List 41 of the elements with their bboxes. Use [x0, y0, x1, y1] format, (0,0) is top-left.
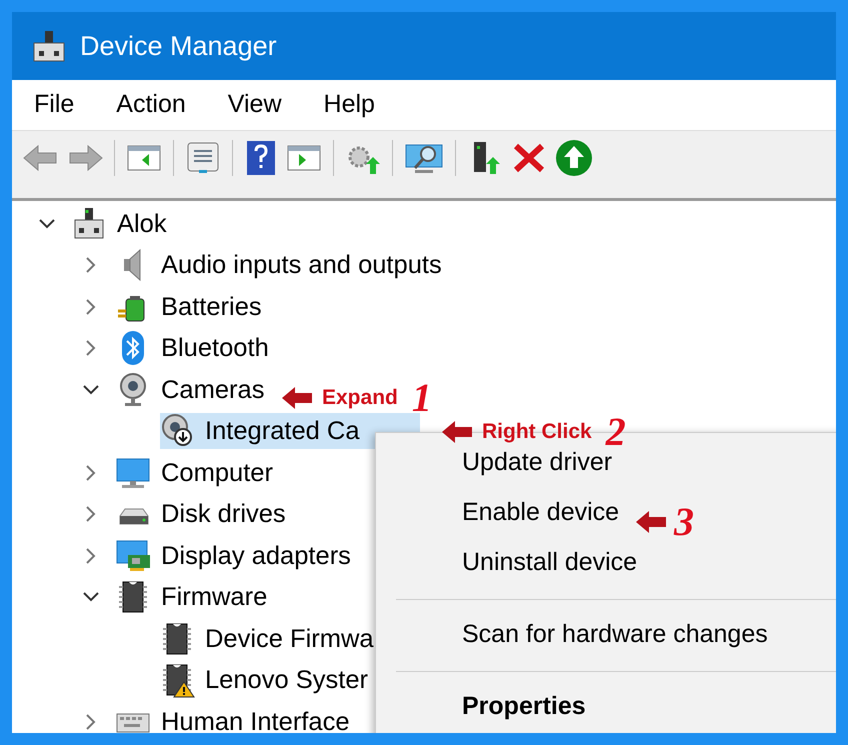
collapse-chevron-icon[interactable] [85, 505, 97, 524]
tree-item[interactable]: Batteries [116, 288, 272, 325]
tree-item[interactable]: Firmware [116, 579, 278, 616]
tree-item[interactable]: Cameras [116, 372, 274, 408]
tree-item[interactable]: Device Firmwa [160, 620, 384, 657]
collapse-chevron-icon[interactable] [85, 546, 97, 565]
tree-item[interactable]: Display adapters [116, 538, 361, 574]
pointer-arrow-icon [636, 510, 666, 534]
tree-item[interactable]: Bluetooth [116, 330, 279, 366]
tree-item[interactable]: Disk drives [116, 496, 296, 532]
tree-item[interactable]: Computer [116, 454, 283, 491]
collapse-chevron-icon[interactable] [85, 712, 97, 731]
display-adapter-icon [116, 538, 152, 574]
tree-item[interactable]: Integrated Ca [160, 413, 420, 450]
context-menu-item[interactable]: Properties [462, 688, 586, 726]
step-number: 3 [674, 502, 694, 542]
device-manager-icon [32, 29, 66, 63]
collapse-chevron-icon[interactable] [85, 256, 97, 274]
menu-item[interactable]: Help [312, 86, 387, 124]
chip-icon [160, 662, 196, 698]
tree-item[interactable]: Lenovo Syster [160, 662, 378, 698]
tree-item[interactable]: Human Interface [116, 704, 360, 733]
expand-chevron-icon[interactable] [82, 384, 100, 396]
pointer-arrow-icon [442, 420, 472, 444]
tree-item[interactable]: Alok [72, 206, 177, 242]
context-menu-item[interactable]: Enable device [462, 494, 620, 532]
collapse-chevron-icon[interactable] [85, 298, 97, 316]
menu-item[interactable]: Action [104, 86, 198, 124]
annotation-label: Expand [322, 385, 398, 412]
collapse-chevron-icon[interactable] [85, 339, 97, 358]
annotation-label: Right Click [482, 419, 592, 446]
context-menu-item[interactable]: Scan for hardware changes [462, 616, 768, 654]
collapse-chevron-icon[interactable] [85, 464, 97, 482]
expand-chevron-icon[interactable] [38, 218, 56, 230]
tree-item[interactable]: Audio inputs and outputs [116, 247, 452, 284]
menu-item[interactable]: File [22, 86, 86, 124]
pointer-arrow-icon [282, 386, 312, 410]
window-title: Device Manager [80, 30, 277, 63]
expand-chevron-icon[interactable] [82, 591, 100, 604]
menu-item[interactable]: View [216, 86, 294, 124]
context-menu-item[interactable]: Uninstall device [462, 544, 638, 582]
